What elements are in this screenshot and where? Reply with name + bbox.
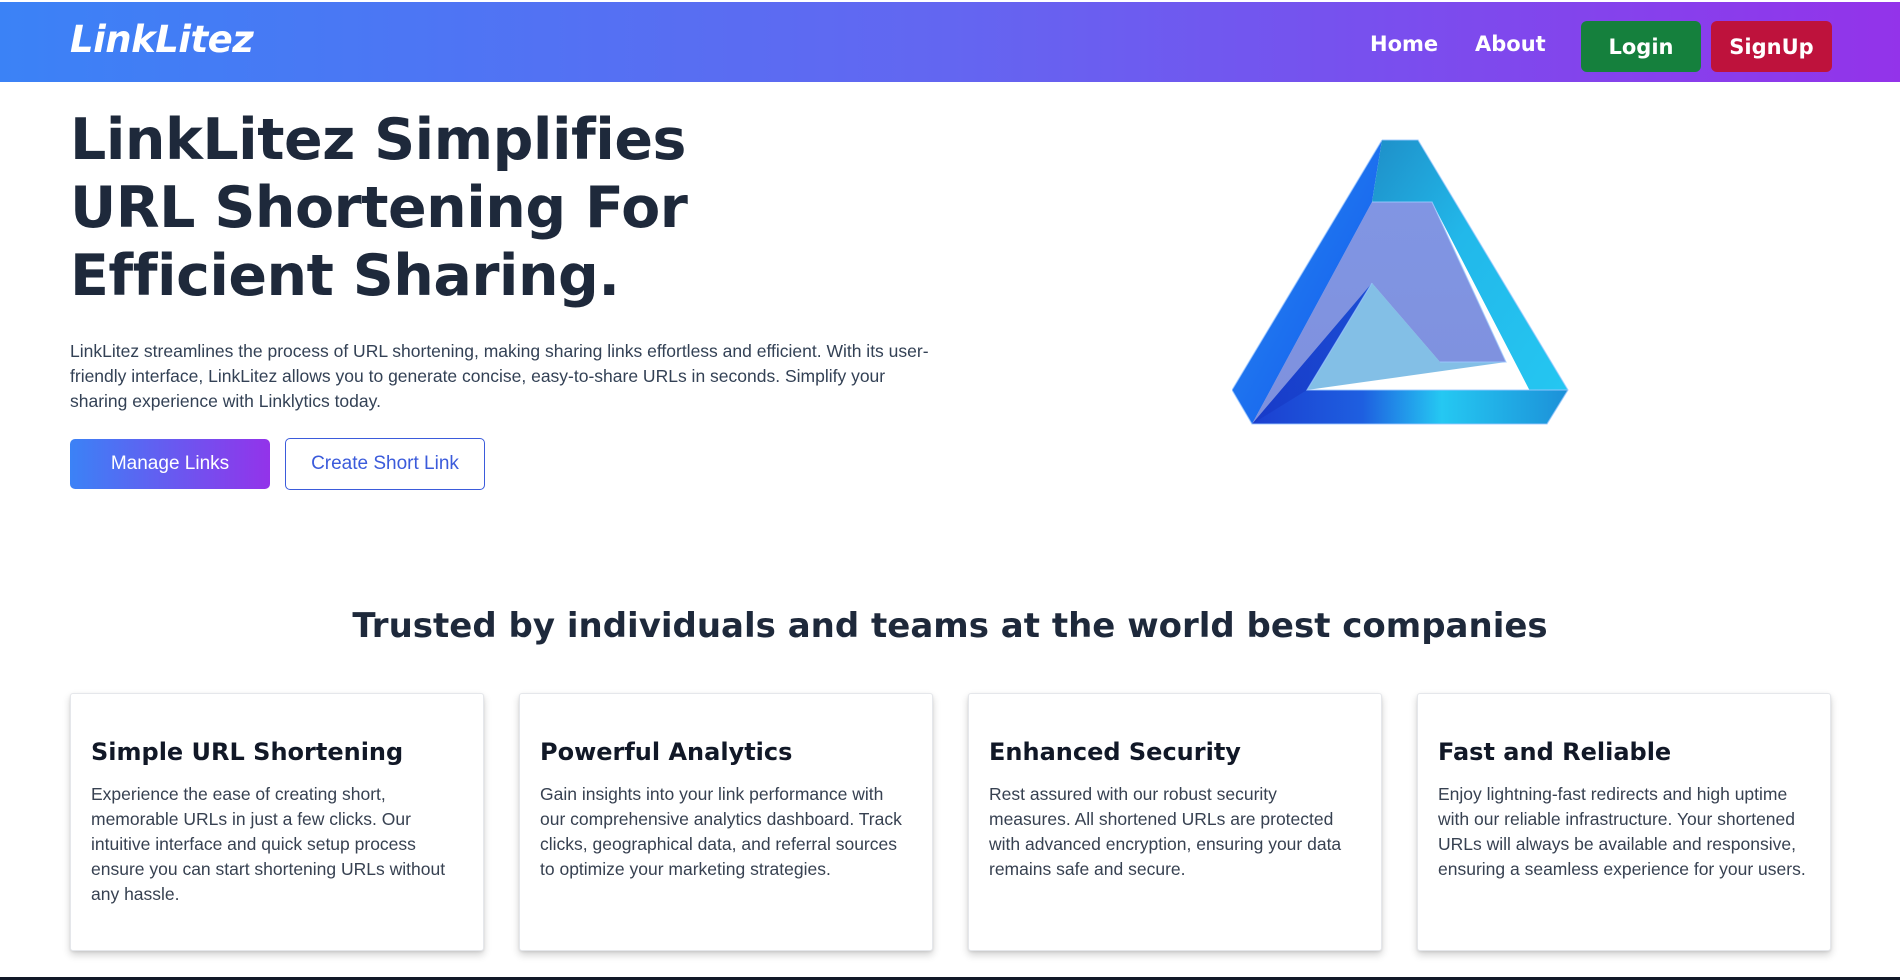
card-title: Fast and Reliable [1438, 738, 1672, 766]
card-body: Rest assured with our robust security me… [989, 784, 1342, 879]
hero-title: LinkLitez Simplifies URL Shortening For … [70, 107, 688, 309]
feature-card-powerful-analytics: Powerful Analytics Gain insights into yo… [519, 693, 933, 951]
nav-about-link[interactable]: About [1475, 32, 1546, 56]
feature-card-simple-url-shortening: Simple URL Shortening Experience the eas… [70, 693, 484, 951]
impossible-triangle-icon [1232, 139, 1569, 425]
manage-links-button[interactable]: Manage Links [70, 439, 270, 489]
hero-description: LinkLitez streamlines the process of URL… [70, 341, 929, 411]
card-body: Experience the ease of creating short, m… [91, 784, 446, 904]
feature-card-fast-and-reliable: Fast and Reliable Enjoy lightning-fast r… [1417, 693, 1831, 951]
card-title: Enhanced Security [989, 738, 1241, 766]
card-title: Powerful Analytics [540, 738, 793, 766]
brand-logo[interactable]: LinkLitez [70, 18, 254, 61]
nav-home-link[interactable]: Home [1370, 32, 1438, 56]
login-button[interactable]: Login [1581, 21, 1701, 72]
section-title: Trusted by individuals and teams at the … [352, 606, 1548, 646]
navbar: LinkLitez Home About Login SignUp [0, 2, 1900, 82]
card-body: Enjoy lightning-fast redirects and high … [1438, 784, 1806, 879]
card-title: Simple URL Shortening [91, 738, 404, 766]
card-body: Gain insights into your link performance… [540, 784, 902, 879]
create-short-link-button[interactable]: Create Short Link [285, 438, 485, 490]
feature-card-enhanced-security: Enhanced Security Rest assured with our … [968, 693, 1382, 951]
feature-cards: Simple URL Shortening Experience the eas… [70, 693, 1831, 951]
signup-button[interactable]: SignUp [1711, 21, 1832, 72]
